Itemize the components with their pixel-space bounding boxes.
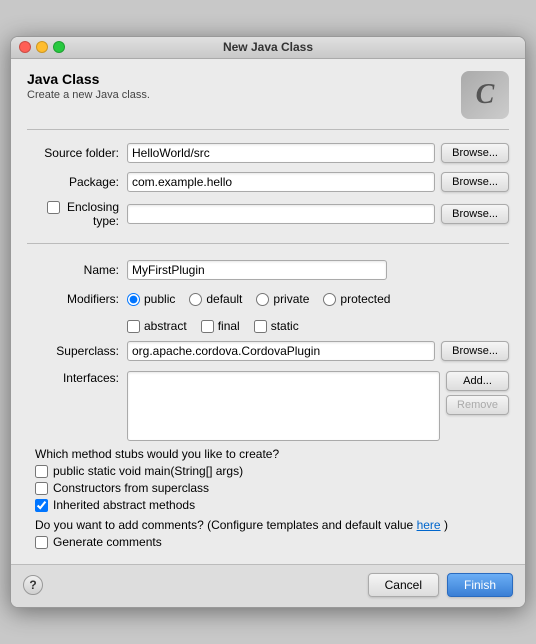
stubs-inherited-row: Inherited abstract methods <box>35 498 509 512</box>
enclosing-type-label: Enclosing type: <box>27 200 127 228</box>
footer-buttons: Cancel Finish <box>368 573 513 597</box>
header-text: Java Class Create a new Java class. <box>27 71 150 101</box>
modifier-public[interactable]: public <box>127 292 175 306</box>
modifiers-second-row: abstract final static <box>27 319 509 333</box>
form-area: Source folder: Browse... Package: Browse… <box>27 142 509 441</box>
stubs-main-label: public static void main(String[] args) <box>53 464 243 478</box>
modifier-default-radio[interactable] <box>189 293 202 306</box>
modifiers-control: public default private protected <box>127 292 509 306</box>
stubs-constructor-label: Constructors from superclass <box>53 481 209 495</box>
modifier-final-checkbox[interactable] <box>201 320 214 333</box>
stubs-label: Which method stubs would you like to cre… <box>35 447 509 461</box>
stubs-constructor-checkbox[interactable] <box>35 482 48 495</box>
interfaces-add-button[interactable]: Add... <box>446 371 509 391</box>
traffic-lights <box>19 41 65 53</box>
name-control <box>127 260 509 280</box>
stubs-main-row: public static void main(String[] args) <box>35 464 509 478</box>
stubs-constructor-row: Constructors from superclass <box>35 481 509 495</box>
modifier-static-checkbox[interactable] <box>254 320 267 333</box>
stubs-inherited-label: Inherited abstract methods <box>53 498 195 512</box>
modifier-static[interactable]: static <box>254 319 299 333</box>
window-title: New Java Class <box>223 40 313 54</box>
comments-generate-label: Generate comments <box>53 535 162 549</box>
enclosing-type-input[interactable] <box>127 204 435 224</box>
enclosing-type-browse-button[interactable]: Browse... <box>441 204 509 224</box>
finish-button[interactable]: Finish <box>447 573 513 597</box>
modifier-public-radio[interactable] <box>127 293 140 306</box>
modifier-default[interactable]: default <box>189 292 242 306</box>
superclass-label: Superclass: <box>27 344 127 358</box>
modifiers-row: Modifiers: public default pr <box>27 288 509 310</box>
package-control: Browse... <box>127 172 509 192</box>
enclosing-type-checkbox[interactable] <box>47 201 60 214</box>
modifiers-radio-group: public default private protected <box>127 292 390 306</box>
new-java-class-dialog: New Java Class Java Class Create a new J… <box>10 36 526 608</box>
dialog-header: Java Class Create a new Java class. C <box>27 71 509 130</box>
comments-label: Do you want to add comments? (Configure … <box>35 518 509 532</box>
comments-section: Do you want to add comments? (Configure … <box>27 518 509 549</box>
modifier-private-radio[interactable] <box>256 293 269 306</box>
superclass-browse-button[interactable]: Browse... <box>441 341 509 361</box>
modifier-private[interactable]: private <box>256 292 309 306</box>
source-folder-label: Source folder: <box>27 146 127 160</box>
interfaces-list <box>127 371 440 441</box>
package-input[interactable] <box>127 172 435 192</box>
interfaces-row: Interfaces: Add... Remove <box>27 369 509 441</box>
modifier-protected-radio[interactable] <box>323 293 336 306</box>
superclass-row: Superclass: Browse... <box>27 340 509 362</box>
minimize-button[interactable] <box>36 41 48 53</box>
enclosing-type-control: Browse... <box>127 204 509 224</box>
interfaces-label: Interfaces: <box>27 371 127 385</box>
modifier-abstract-checkbox[interactable] <box>127 320 140 333</box>
superclass-input[interactable] <box>127 341 435 361</box>
name-label: Name: <box>27 263 127 277</box>
comments-generate-checkbox[interactable] <box>35 536 48 549</box>
maximize-button[interactable] <box>53 41 65 53</box>
name-input[interactable] <box>127 260 387 280</box>
interfaces-remove-button[interactable]: Remove <box>446 395 509 415</box>
dialog-title: Java Class <box>27 71 150 87</box>
modifier-final[interactable]: final <box>201 319 240 333</box>
titlebar: New Java Class <box>11 37 525 59</box>
stubs-main-checkbox[interactable] <box>35 465 48 478</box>
name-row: Name: <box>27 259 509 281</box>
package-row: Package: Browse... <box>27 171 509 193</box>
interfaces-control: Add... Remove <box>127 371 509 441</box>
source-folder-control: Browse... <box>127 143 509 163</box>
modifier-abstract[interactable]: abstract <box>127 319 187 333</box>
stubs-section: Which method stubs would you like to cre… <box>27 447 509 512</box>
dialog-footer: ? Cancel Finish <box>11 564 525 607</box>
dialog-subtitle: Create a new Java class. <box>27 89 150 101</box>
modifiers-label: Modifiers: <box>27 292 127 306</box>
java-class-icon: C <box>461 71 509 119</box>
package-browse-button[interactable]: Browse... <box>441 172 509 192</box>
dialog-content: Java Class Create a new Java class. C So… <box>11 59 525 564</box>
superclass-control: Browse... <box>127 341 509 361</box>
comments-generate-row: Generate comments <box>35 535 509 549</box>
source-folder-input[interactable] <box>127 143 435 163</box>
source-folder-browse-button[interactable]: Browse... <box>441 143 509 163</box>
package-label: Package: <box>27 175 127 189</box>
close-button[interactable] <box>19 41 31 53</box>
enclosing-type-row: Enclosing type: Browse... <box>27 200 509 228</box>
cancel-button[interactable]: Cancel <box>368 573 439 597</box>
source-folder-row: Source folder: Browse... <box>27 142 509 164</box>
modifier-protected[interactable]: protected <box>323 292 390 306</box>
interfaces-action-buttons: Add... Remove <box>446 371 509 415</box>
stubs-inherited-checkbox[interactable] <box>35 499 48 512</box>
comments-configure-link[interactable]: here <box>417 518 441 532</box>
help-button[interactable]: ? <box>23 575 43 595</box>
